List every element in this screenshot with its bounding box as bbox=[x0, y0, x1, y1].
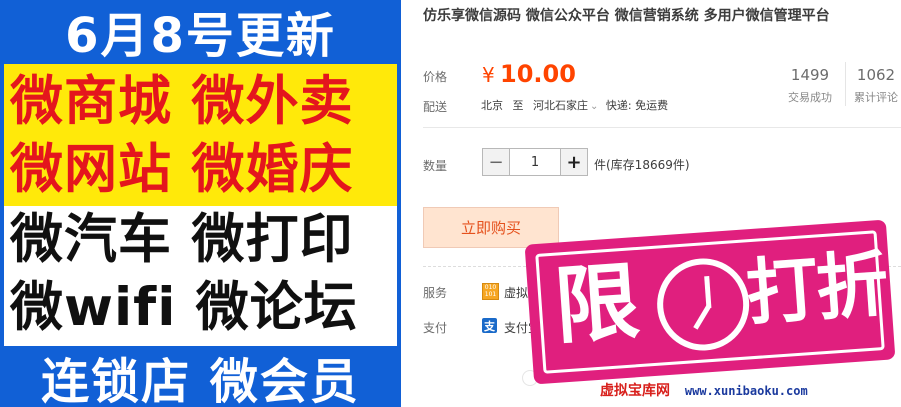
stock-text: 件(库存18669件) bbox=[594, 158, 690, 172]
payment-label: 支付 bbox=[423, 321, 448, 335]
watermark-site: 虚拟宝库网 bbox=[600, 383, 670, 399]
service-label: 服务 bbox=[423, 286, 448, 300]
clock-hand bbox=[693, 304, 711, 330]
chevron-down-icon[interactable]: ⌄ bbox=[590, 101, 598, 112]
alipay-icon: 支 bbox=[482, 318, 497, 333]
delivery-label: 配送 bbox=[423, 100, 448, 114]
delivery-to-word: 至 bbox=[512, 99, 524, 112]
review-count: 1062 bbox=[856, 66, 896, 84]
delivery-info: 北京 至 河北石家庄 ⌄ 快递: 免运费 bbox=[481, 97, 668, 113]
price-symbol: ¥ bbox=[482, 63, 495, 87]
delivery-from: 北京 bbox=[481, 99, 503, 112]
price-label: 价格 bbox=[423, 70, 448, 84]
virtual-goods-icon: 010 101 bbox=[482, 283, 499, 300]
banner-bottom: 连锁店 微会员 bbox=[41, 353, 360, 407]
badge-char-limit: 限 bbox=[551, 252, 643, 356]
delivery-destination[interactable]: 河北石家庄 bbox=[533, 99, 588, 112]
quantity-label: 数量 bbox=[423, 159, 448, 173]
quantity-input[interactable]: 1 bbox=[510, 148, 560, 176]
decrease-button[interactable]: − bbox=[482, 148, 510, 176]
delivery-fee: 快递: 免运费 bbox=[605, 99, 669, 112]
discount-badge: 限 打折 bbox=[524, 219, 896, 385]
stat-divider bbox=[845, 62, 846, 106]
banner-line-2: 微网站 微婚庆 bbox=[10, 139, 354, 200]
banner-line-4: 微wifi 微论坛 bbox=[10, 277, 358, 338]
divider bbox=[423, 127, 901, 128]
watermark: 虚拟宝库网 www.xunibaoku.com bbox=[600, 380, 808, 400]
banner-title: 6月8号更新 bbox=[65, 8, 336, 64]
product-title: 仿乐享微信源码 微信公众平台 微信营销系统 多用户微信管理平台 bbox=[423, 8, 830, 24]
quantity-stepper: − 1 + bbox=[482, 148, 588, 176]
watermark-url: www.xunibaoku.com bbox=[684, 384, 808, 398]
buy-now-button[interactable]: 立即购买 bbox=[423, 207, 559, 248]
review-stat[interactable]: 1062 累计评论 bbox=[850, 66, 901, 105]
sales-stat: 1499 交易成功 bbox=[782, 66, 838, 105]
banner-line-1: 微商城 微外卖 bbox=[10, 71, 354, 132]
clock-hand bbox=[704, 275, 712, 309]
product-image: 6月8号更新 微商城 微外卖 微网站 微婚庆 微汽车 微打印 微wifi 微论坛… bbox=[0, 0, 401, 407]
banner-line-3: 微汽车 微打印 bbox=[10, 209, 354, 270]
badge-discount-text: 打折 bbox=[743, 241, 890, 336]
sales-count: 1499 bbox=[790, 66, 830, 84]
review-label: 累计评论 bbox=[854, 91, 898, 104]
sales-label: 交易成功 bbox=[788, 91, 832, 104]
price-value: 10.00 bbox=[500, 60, 576, 88]
increase-button[interactable]: + bbox=[560, 148, 588, 176]
